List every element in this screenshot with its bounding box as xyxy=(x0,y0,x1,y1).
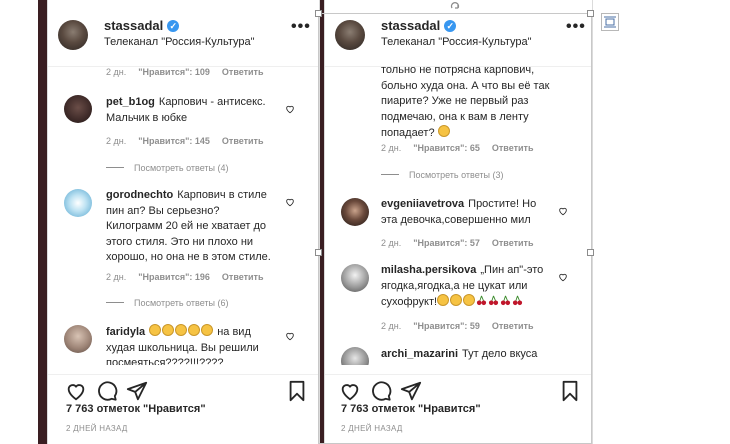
comment-avatar[interactable] xyxy=(64,189,92,217)
comment-text: faridyla на вид худая школьница. Вы реши… xyxy=(106,324,301,365)
post-location[interactable]: Телеканал "Россия-Культура" xyxy=(104,36,255,48)
resize-handle[interactable] xyxy=(315,249,322,256)
reply-button[interactable]: Ответить xyxy=(222,67,264,77)
grin-emoji xyxy=(201,324,214,336)
comment-meta: 2 дн. "Нравится": 109 Ответить xyxy=(106,67,276,77)
author-name[interactable]: stassadal xyxy=(104,18,163,33)
heart-icon[interactable] xyxy=(285,104,295,114)
grin-emoji xyxy=(188,324,201,336)
comment-text: pet_b1og Карпович - антисекс. Мальчик в ю… xyxy=(106,95,296,126)
likes-count[interactable]: 7 763 отметок "Нравится" xyxy=(66,403,206,415)
comment-age: 2 дн. xyxy=(106,136,127,146)
author-name-row[interactable]: stassadal ✓ xyxy=(104,18,180,33)
comment-icon[interactable] xyxy=(96,380,118,402)
comment-line: хорошо, но она не в этом стиле. xyxy=(106,251,271,263)
comment-age: 2 дн. xyxy=(106,67,127,77)
comment-likes[interactable]: "Нравится": 109 xyxy=(138,67,210,77)
reply-button[interactable]: Ответить xyxy=(222,272,264,282)
comment-line: этого стиля. Это ни плохо ни xyxy=(106,235,254,248)
left-post-panel: stassadal ✓ Телеканал "Россия-Культура" •… xyxy=(47,0,320,444)
comment-list[interactable]: 2 дн. "Нравится": 109 Ответить pet_b1og Кар… xyxy=(48,67,319,365)
comment-line: Мальчик в юбке xyxy=(106,111,188,124)
resize-handle[interactable] xyxy=(587,249,594,256)
comment-avatar[interactable] xyxy=(64,95,92,123)
replies-line xyxy=(106,302,124,303)
heart-icon[interactable] xyxy=(65,380,87,402)
more-icon[interactable]: ••• xyxy=(291,18,311,36)
layout-options-icon xyxy=(604,16,616,28)
comment-line: на вид xyxy=(217,326,251,338)
view-replies-label[interactable]: Посмотреть ответы (4) xyxy=(134,163,229,173)
post-date: 2 ДНЕЙ НАЗАД xyxy=(66,424,128,433)
layout-options-button[interactable] xyxy=(601,13,619,31)
replies-line xyxy=(106,167,124,168)
comment-username[interactable]: gorodnechto xyxy=(106,189,173,201)
comment-line: пин ап? Вы серьезно? xyxy=(106,204,220,217)
comment-age: 2 дн. xyxy=(106,272,127,282)
comment-meta: 2 дн. "Нравится": 196 Ответить xyxy=(106,272,276,282)
grin-emoji xyxy=(175,324,188,336)
action-bar xyxy=(48,374,319,403)
comment-likes[interactable]: "Нравится": 196 xyxy=(138,272,210,282)
grin-emoji xyxy=(162,324,175,336)
comment-username[interactable]: faridyla xyxy=(106,326,145,338)
share-icon[interactable] xyxy=(126,380,148,402)
comment-line: Карпович в стиле xyxy=(177,189,267,201)
bookmark-icon[interactable] xyxy=(286,380,308,402)
heart-icon[interactable] xyxy=(285,331,295,341)
comment-username[interactable]: pet_b1og xyxy=(106,96,155,108)
view-replies-button[interactable]: Посмотреть ответы (6) xyxy=(106,298,229,308)
comment-line: худая школьница. Вы решили xyxy=(106,341,259,354)
comment-avatar[interactable] xyxy=(64,325,92,353)
comment-line: посмеяться????!!!???? xyxy=(106,357,224,365)
comment-text: gorodnechto Карпович в стиле пин ап? Вы с… xyxy=(106,188,296,266)
post-header: stassadal ✓ Телеканал "Россия-Культура" •… xyxy=(48,0,319,50)
heart-icon[interactable] xyxy=(285,197,295,207)
author-avatar[interactable] xyxy=(58,20,88,50)
view-replies-button[interactable]: Посмотреть ответы (4) xyxy=(106,163,229,173)
comment-likes[interactable]: "Нравится": 145 xyxy=(138,136,210,146)
comment-meta: 2 дн. "Нравится": 145 Ответить xyxy=(106,136,276,146)
grin-emoji xyxy=(149,324,162,336)
image-selection-frame[interactable] xyxy=(318,13,592,444)
comment-line: Килограмм 20 ей не хватает до xyxy=(106,220,267,232)
verified-icon: ✓ xyxy=(167,20,180,32)
view-replies-label[interactable]: Посмотреть ответы (6) xyxy=(134,298,229,308)
resize-handle[interactable] xyxy=(315,10,322,17)
resize-handle[interactable] xyxy=(587,10,594,17)
comment-line: Карпович - антисекс. xyxy=(158,96,266,108)
rotate-handle[interactable] xyxy=(449,0,461,12)
reply-button[interactable]: Ответить xyxy=(222,136,264,146)
